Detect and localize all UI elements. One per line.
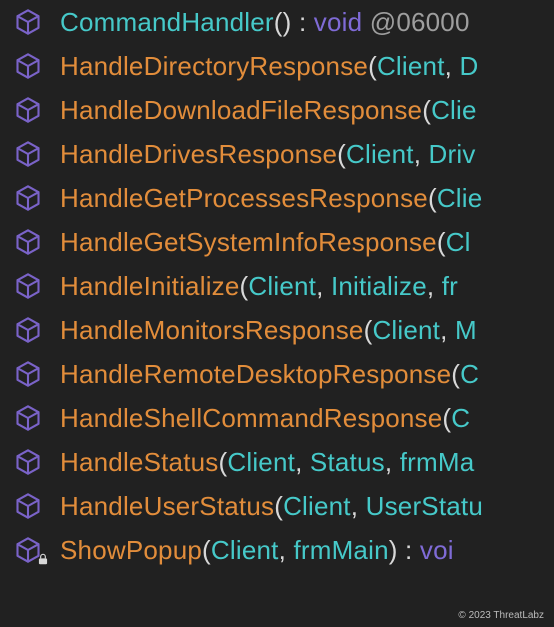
member-signature: HandleShellCommandResponse(C xyxy=(60,403,470,434)
member-signature: HandleMonitorsResponse(Client, M xyxy=(60,315,477,346)
member-item[interactable]: HandleMonitorsResponse(Client, M xyxy=(8,308,554,352)
cube-icon xyxy=(8,140,48,168)
watermark: © 2023 ThreatLabz xyxy=(458,610,544,621)
member-item[interactable]: HandleDownloadFileResponse(Clie xyxy=(8,88,554,132)
cube-icon xyxy=(8,184,48,212)
cube-icon xyxy=(8,52,48,80)
member-item[interactable]: HandleUserStatus(Client, UserStatu xyxy=(8,484,554,528)
member-item[interactable]: HandleDirectoryResponse(Client, D xyxy=(8,44,554,88)
cube-icon xyxy=(8,272,48,300)
member-signature: HandleStatus(Client, Status, frmMa xyxy=(60,447,474,478)
member-item[interactable]: ShowPopup(Client, frmMain) : voi xyxy=(8,528,554,572)
member-item[interactable]: HandleShellCommandResponse(C xyxy=(8,396,554,440)
member-item[interactable]: HandleInitialize(Client, Initialize, fr xyxy=(8,264,554,308)
cube-icon xyxy=(8,360,48,388)
member-item[interactable]: HandleStatus(Client, Status, frmMa xyxy=(8,440,554,484)
member-signature: HandleGetSystemInfoResponse(Cl xyxy=(60,227,471,258)
member-item[interactable]: HandleGetSystemInfoResponse(Cl xyxy=(8,220,554,264)
member-signature: HandleDownloadFileResponse(Clie xyxy=(60,95,477,126)
method-list: CommandHandler() : void @06000 HandleDir… xyxy=(0,0,554,572)
cube-icon xyxy=(8,8,48,36)
member-signature: HandleInitialize(Client, Initialize, fr xyxy=(60,271,458,302)
member-item[interactable]: HandleGetProcessesResponse(Clie xyxy=(8,176,554,220)
lock-icon xyxy=(36,552,50,566)
member-signature: HandleUserStatus(Client, UserStatu xyxy=(60,491,483,522)
member-item[interactable]: CommandHandler() : void @06000 xyxy=(8,0,554,44)
member-signature: HandleGetProcessesResponse(Clie xyxy=(60,183,482,214)
member-item[interactable]: HandleDrivesResponse(Client, Driv xyxy=(8,132,554,176)
member-signature: HandleDrivesResponse(Client, Driv xyxy=(60,139,476,170)
cube-icon xyxy=(8,536,48,564)
member-signature: ShowPopup(Client, frmMain) : voi xyxy=(60,535,454,566)
cube-icon xyxy=(8,448,48,476)
cube-icon xyxy=(8,492,48,520)
member-signature: HandleRemoteDesktopResponse(C xyxy=(60,359,479,390)
cube-icon xyxy=(8,96,48,124)
cube-icon xyxy=(8,404,48,432)
member-signature: HandleDirectoryResponse(Client, D xyxy=(60,51,478,82)
cube-icon xyxy=(8,316,48,344)
member-signature: CommandHandler() : void @06000 xyxy=(60,7,470,38)
cube-icon xyxy=(8,228,48,256)
member-item[interactable]: HandleRemoteDesktopResponse(C xyxy=(8,352,554,396)
